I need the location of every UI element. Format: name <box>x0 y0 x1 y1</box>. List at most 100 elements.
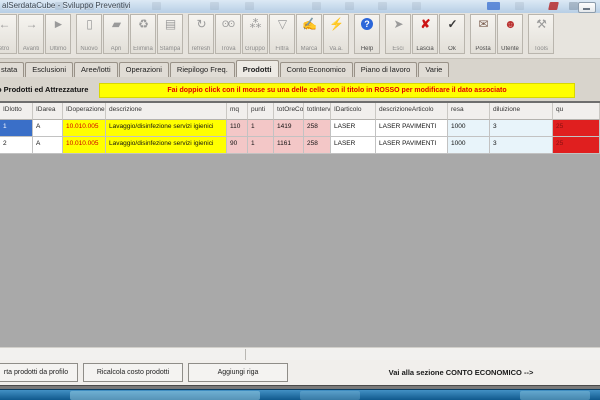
toolbar-button-indietro[interactable]: ← etro <box>0 14 17 54</box>
toolbar-button-avanti[interactable]: → Avanti <box>18 14 44 54</box>
toolbar-button-label: Esci <box>392 46 403 52</box>
tab-aree-lotti[interactable]: Aree/lotti <box>74 62 118 77</box>
tab-varie[interactable]: Varie <box>418 62 449 77</box>
ghost-icon <box>118 2 127 10</box>
tab-esclusioni[interactable]: Esclusioni <box>25 62 73 77</box>
taskbar-highlight <box>520 391 590 400</box>
cell-resa[interactable]: 1000 <box>448 137 490 154</box>
toolbar-button-label: Va.a. <box>329 46 343 52</box>
tab-conto-economico[interactable]: Conto Economico <box>280 62 353 77</box>
toolbar-button-refresh[interactable]: ↻ refresh <box>188 14 214 54</box>
main-toolbar: ← etro → Avanti ► Ultimo ▯ Nuovo ▰ Apri <box>0 13 600 59</box>
cell-descrizionearticolo[interactable]: LASER PAVIMENTI <box>376 137 448 154</box>
col-header-qu[interactable]: qu <box>553 103 600 120</box>
toolbar-button-help[interactable]: ? Help <box>354 14 380 54</box>
toolbar-button-label: Apri <box>111 46 122 52</box>
toolbar-button-ultimo[interactable]: ► Ultimo <box>45 14 71 54</box>
col-header-idlotto[interactable]: IDlotto <box>0 103 33 120</box>
taskbar[interactable] <box>0 389 600 400</box>
add-row-button[interactable]: Aggiungi riga <box>188 363 288 382</box>
table-row: 1 A 10.010.005 Lavaggio/disinfezione ser… <box>0 120 600 137</box>
toolbar-button-elimina[interactable]: ♻ Elimina <box>130 14 156 54</box>
import-products-button[interactable]: rta prodotti da profilo <box>0 363 78 382</box>
cell-idoperazione[interactable]: 10.010.005 <box>63 120 106 137</box>
goto-conto-economico-button[interactable]: Vai alla sezione CONTO ECONOMICO --> <box>330 363 592 382</box>
taskbar-highlight <box>300 391 360 400</box>
window-title: alSerdataCube - Sviluppo Preventivi <box>2 1 131 10</box>
col-header-idoperazione[interactable]: IDoperazione <box>63 103 106 120</box>
col-header-resa[interactable]: resa <box>448 103 490 120</box>
cell-idarea[interactable]: A <box>33 137 63 154</box>
ghost-icon <box>210 2 219 10</box>
cell-punti[interactable]: 1 <box>248 120 274 137</box>
cell-idarea[interactable]: A <box>33 120 63 137</box>
col-header-idarticolo[interactable]: IDarticolo <box>331 103 376 120</box>
print-icon: ▤ <box>165 18 175 31</box>
col-header-diluizione[interactable]: diluizione <box>490 103 553 120</box>
cell-qu[interactable]: 25 <box>553 120 600 137</box>
col-header-punti[interactable]: punti <box>248 103 274 120</box>
cell-idarticolo[interactable]: LASER <box>331 137 376 154</box>
col-header-mq[interactable]: mq <box>227 103 248 120</box>
minimize-button[interactable] <box>578 2 596 13</box>
cell-totoreco[interactable]: 1419 <box>274 120 304 137</box>
cell-descrizionearticolo[interactable]: LASER PAVIMENTI <box>376 120 448 137</box>
cell-descrizione[interactable]: Lavaggio/disinfezione servizi igienici <box>106 137 227 154</box>
col-header-totoreco[interactable]: totOreCo <box>274 103 304 120</box>
cell-idlotto[interactable]: 1 <box>0 120 33 137</box>
cell-idoperazione[interactable]: 10.010.005 <box>63 137 106 154</box>
toolbar-button-gruppo[interactable]: ⁂ Gruppo <box>242 14 268 54</box>
toolbar-button-label: etro <box>0 46 9 52</box>
tab-prodotti[interactable]: Prodotti <box>236 60 279 77</box>
toolbar-group-user: ✉ Posta ☻ Utente <box>470 14 524 54</box>
cell-totoreco[interactable]: 1161 <box>274 137 304 154</box>
col-header-descrizionearticolo[interactable]: descrizioneArticolo <box>376 103 448 120</box>
toolbar-button-label: Gruppo <box>245 46 265 52</box>
tab-testata[interactable]: stata <box>0 62 24 77</box>
toolbar-button-ok[interactable]: ✓ Ok <box>439 14 465 54</box>
toolbar-group-data: ↻ refresh ʘʘ Trova ⁂ Gruppo ▽ Filtra ✍ M… <box>188 14 350 54</box>
toolbar-button-esci[interactable]: ➤ Esci <box>385 14 411 54</box>
filter-funnel-icon: ▽ <box>278 18 286 31</box>
cell-idarticolo[interactable]: LASER <box>331 120 376 137</box>
toolbar-button-trova[interactable]: ʘʘ Trova <box>215 14 241 54</box>
toolbar-button-apri[interactable]: ▰ Apri <box>103 14 129 54</box>
cell-diluizione[interactable]: 3 <box>490 137 553 154</box>
cell-idlotto[interactable]: 2 <box>0 137 33 154</box>
toolbar-button-label: Ultimo <box>49 46 66 52</box>
toolbar-button-vaa[interactable]: ⚡ Va.a. <box>323 14 349 54</box>
cell-resa[interactable]: 1000 <box>448 120 490 137</box>
cell-totinterv[interactable]: 258 <box>304 137 331 154</box>
tab-riepilogo-freq[interactable]: Riepilogo Freq. <box>170 62 235 77</box>
toolbar-button-marca[interactable]: ✍ Marca <box>296 14 322 54</box>
cell-totinterv[interactable]: 258 <box>304 120 331 137</box>
toolbar-button-tools[interactable]: ⚒ Tools <box>528 14 554 54</box>
toolbar-button-label: Utente <box>501 46 519 52</box>
toolbar-button-nuovo[interactable]: ▯ Nuovo <box>76 14 102 54</box>
minimize-icon <box>583 8 590 10</box>
scroll-strip[interactable] <box>0 347 600 360</box>
col-header-totinterv[interactable]: totInterv <box>304 103 331 120</box>
toolbar-button-utente[interactable]: ☻ Utente <box>497 14 523 54</box>
cell-descrizione[interactable]: Lavaggio/disinfezione servizi igienici <box>106 120 227 137</box>
title-bar: alSerdataCube - Sviluppo Preventivi <box>0 0 600 14</box>
tab-operazioni[interactable]: Operazioni <box>119 62 169 77</box>
help-icon: ? <box>361 18 373 30</box>
col-header-idarea[interactable]: IDarea <box>33 103 63 120</box>
toolbar-button-filtra[interactable]: ▽ Filtra <box>269 14 295 54</box>
toolbar-group-confirm: ➤ Esci ✘ Lascia ✓ Ok <box>385 14 466 54</box>
col-header-descrizione[interactable]: descrizione <box>106 103 227 120</box>
toolbar-button-label: Lascia <box>416 46 433 52</box>
cell-punti[interactable]: 1 <box>248 137 274 154</box>
tab-piano-di-lavoro[interactable]: Piano di lavoro <box>354 62 418 77</box>
taskbar-highlight <box>70 391 260 400</box>
cell-mq[interactable]: 110 <box>227 120 248 137</box>
recalculate-cost-button[interactable]: Ricalcola costo prodotti <box>83 363 183 382</box>
toolbar-button-lascia[interactable]: ✘ Lascia <box>412 14 438 54</box>
refresh-icon: ↻ <box>196 18 205 31</box>
toolbar-button-posta[interactable]: ✉ Posta <box>470 14 496 54</box>
cell-diluizione[interactable]: 3 <box>490 120 553 137</box>
toolbar-button-stampa[interactable]: ▤ Stampa <box>157 14 183 54</box>
cell-mq[interactable]: 90 <box>227 137 248 154</box>
cell-qu[interactable]: 25 <box>553 137 600 154</box>
